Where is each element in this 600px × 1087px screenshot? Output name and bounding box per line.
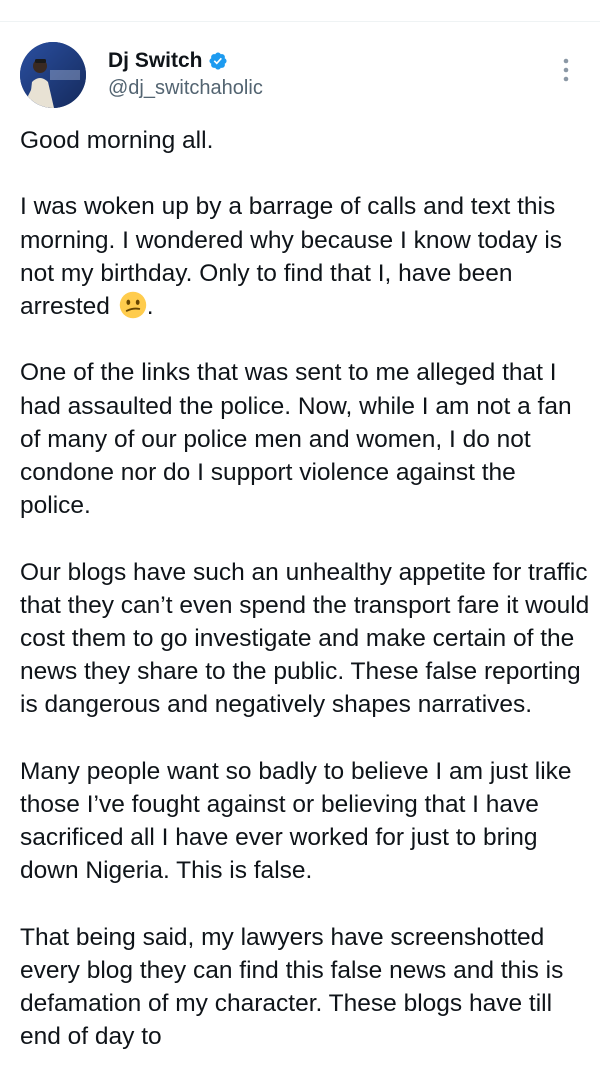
more-vertical-icon [563,58,569,82]
bottom-edge [0,1070,600,1080]
top-divider [0,21,600,22]
tweet-text: Good morning all. I was woken up by a ba… [20,124,590,1087]
verified-badge-icon [208,51,228,71]
tweet-paragraph-end: . [146,293,154,320]
tweet-paragraph: Good morning all. [20,127,214,154]
avatar[interactable] [20,42,86,108]
tweet-paragraph: Our blogs have such an unhealthy appetit… [20,558,590,719]
tweet-paragraph: That being said, my lawyers have screens… [20,923,564,1051]
tweet-header: Dj Switch @dj_switchaholic [20,42,580,110]
more-options-button[interactable] [554,56,578,84]
confused-face-emoji-icon [119,291,147,319]
author-info[interactable]: Dj Switch @dj_switchaholic [108,48,263,101]
tweet-paragraph-text: I was woken up by a barrage of calls and… [20,193,563,320]
profile-photo-icon [20,42,86,108]
tweet-paragraph: Many people want so badly to believe I a… [20,757,572,885]
tweet-paragraph: I was woken up by a barrage of calls and… [20,190,590,323]
display-name[interactable]: Dj Switch [108,48,203,74]
tweet-paragraph: One of the links that was sent to me all… [20,359,572,520]
handle[interactable]: @dj_switchaholic [108,75,263,101]
